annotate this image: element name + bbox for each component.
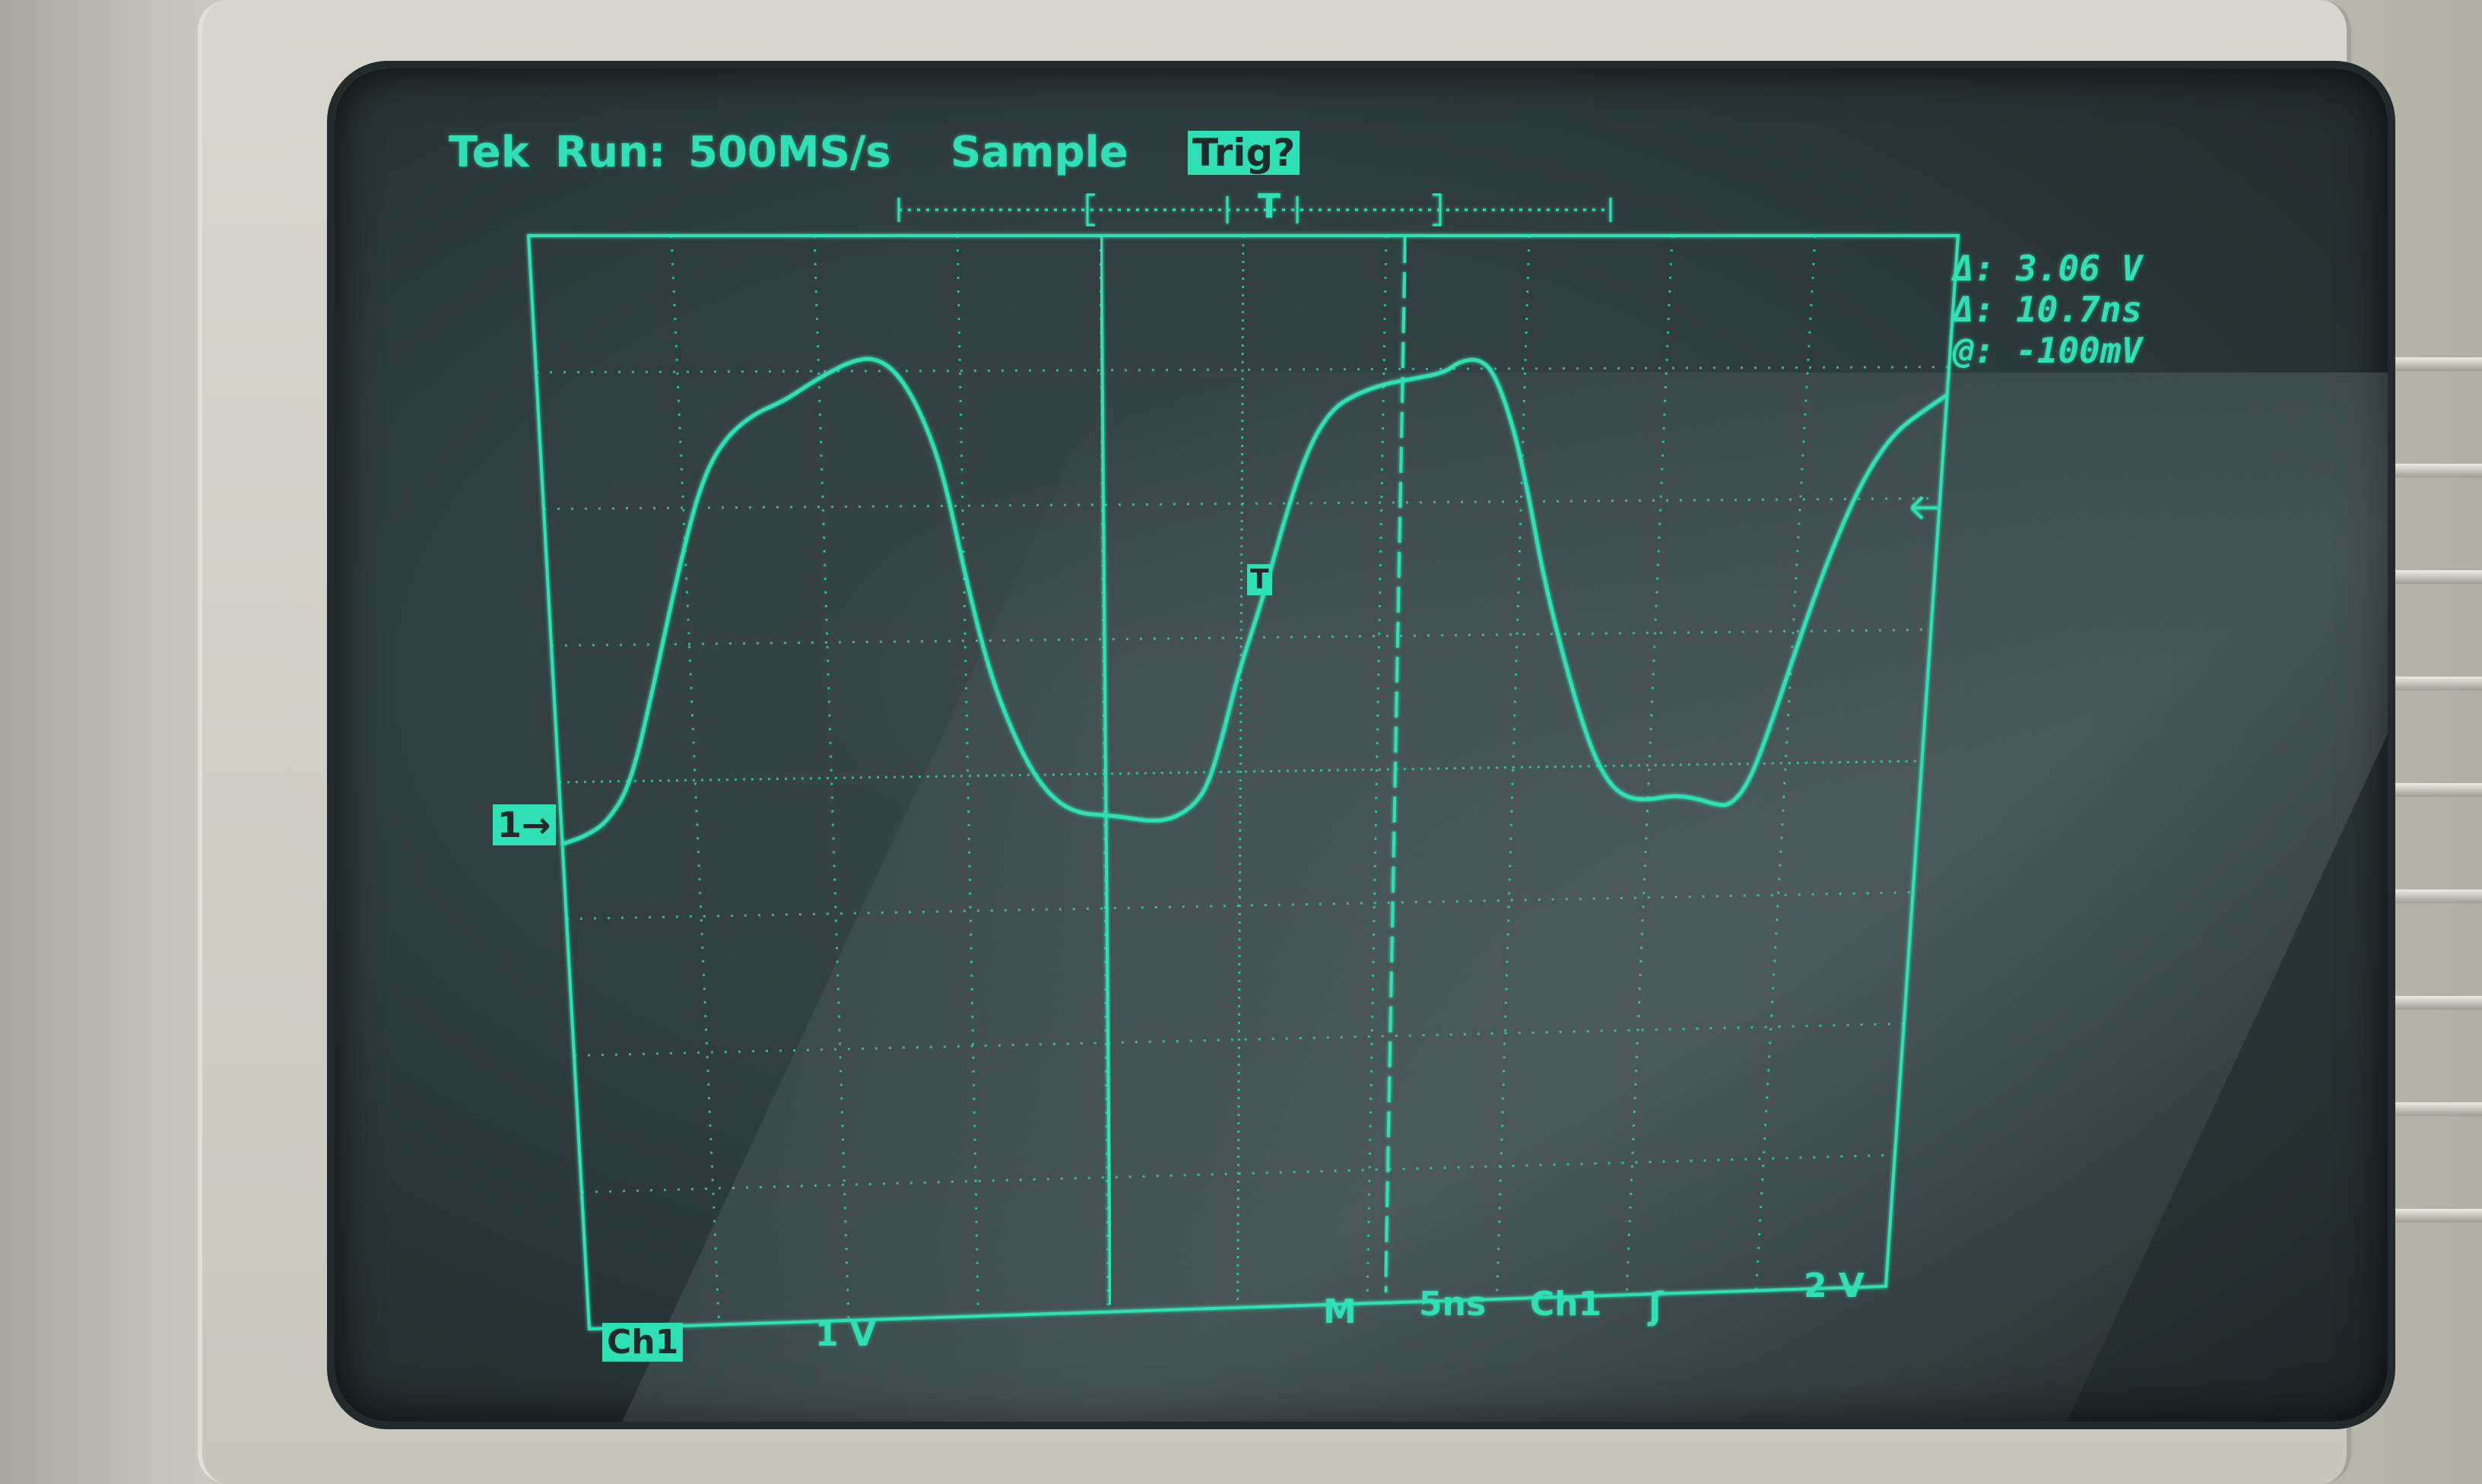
trigger-level: 2 V xyxy=(1804,1267,1865,1305)
graticule-vline xyxy=(1625,235,1674,1295)
trigger-level-arrow-icon[interactable] xyxy=(1910,496,1938,520)
record-trigger-marker: T xyxy=(1258,187,1281,226)
time-cursor-1[interactable] xyxy=(1100,236,1112,1305)
graticule-vline xyxy=(670,235,720,1325)
cursor-delta-voltage: Δ: 3.06 V xyxy=(1953,248,2143,289)
graticule-frame xyxy=(526,234,1960,1331)
brand-label: Tek xyxy=(449,128,529,177)
scope-display xyxy=(526,193,1960,1331)
time-cursor-2[interactable] xyxy=(1384,236,1407,1293)
trigger-status-badge: Trig? xyxy=(1188,131,1300,175)
timebase-setting: 5ns xyxy=(1419,1285,1487,1324)
trigger-source: Ch1 xyxy=(1530,1285,1602,1324)
trigger-slope-icon: ʃ xyxy=(1649,1285,1664,1327)
acquisition-mode: Sample xyxy=(951,128,1128,177)
record-length-bar xyxy=(897,193,1612,227)
sample-rate: 500MS/s xyxy=(688,128,891,177)
cursor-absolute-voltage: @: -100mV xyxy=(1953,330,2143,371)
acquisition-state: Run: xyxy=(555,128,666,177)
main-timebase-mode: M xyxy=(1323,1292,1357,1331)
ch1-indicator: Ch1 xyxy=(602,1323,684,1362)
graticule-hline xyxy=(543,497,1941,510)
graticule-vline xyxy=(1366,235,1388,1304)
trigger-position-marker: T xyxy=(1247,564,1272,595)
cursor-delta-time: Δ: 10.7ns xyxy=(1953,289,2143,330)
graticule-grid xyxy=(535,235,1950,1325)
ch1-volts-per-div: 1 V xyxy=(815,1315,876,1354)
ch1-ground-marker[interactable]: 1→ xyxy=(493,804,556,845)
